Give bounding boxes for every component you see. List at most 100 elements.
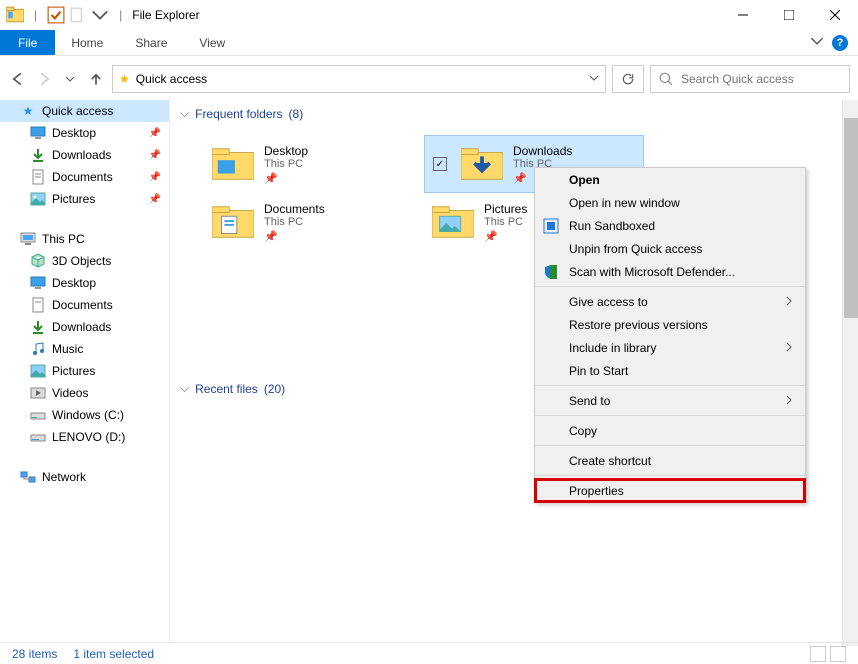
tile-loc: This PC <box>264 158 308 170</box>
search-box[interactable] <box>650 65 850 93</box>
frequent-folders-header[interactable]: ⌵ Frequent folders (8) <box>170 96 858 135</box>
sidebar-item-desktop[interactable]: Desktop📌 <box>0 122 169 144</box>
videos-icon <box>30 385 46 401</box>
tab-share[interactable]: Share <box>119 30 183 55</box>
qat-dropdown-icon[interactable] <box>91 6 109 24</box>
search-icon <box>659 72 673 86</box>
pin-icon: 📌 <box>149 150 161 161</box>
sidebar-label: Documents <box>52 298 113 312</box>
folder-documents-icon <box>212 204 254 240</box>
recent-locations-button[interactable] <box>60 69 80 89</box>
close-button[interactable] <box>812 0 858 30</box>
ribbon-expand-icon[interactable] <box>810 34 824 51</box>
menu-item-give-access-to[interactable]: Give access to <box>535 290 805 313</box>
sidebar-label: Quick access <box>42 104 113 118</box>
header-count: 20 <box>268 382 281 396</box>
folder-tile-desktop[interactable]: DesktopThis PC📌 <box>204 135 424 193</box>
sidebar-item-quick-access[interactable]: ★ Quick access <box>0 100 169 122</box>
cube-icon <box>30 253 46 269</box>
menu-item-create-shortcut[interactable]: Create shortcut <box>535 449 805 472</box>
menu-item-send-to[interactable]: Send to <box>535 389 805 412</box>
menu-item-properties[interactable]: Properties <box>535 479 805 502</box>
scrollbar[interactable] <box>842 100 858 646</box>
menu-item-include-in-library[interactable]: Include in library <box>535 336 805 359</box>
tab-view[interactable]: View <box>183 30 241 55</box>
folder-downloads-icon <box>461 146 503 182</box>
sidebar-label: Downloads <box>52 320 111 334</box>
scroll-thumb[interactable] <box>844 118 858 318</box>
menu-item-pin-to-start[interactable]: Pin to Start <box>535 359 805 382</box>
sidebar-item-desktop-pc[interactable]: Desktop <box>0 272 169 294</box>
window-title: File Explorer <box>132 8 199 22</box>
sidebar-item-documents[interactable]: Documents📌 <box>0 166 169 188</box>
desktop-icon <box>30 125 46 141</box>
refresh-button[interactable] <box>612 65 644 93</box>
sidebar-label: LENOVO (D:) <box>52 430 125 444</box>
sidebar-label: Desktop <box>52 126 96 140</box>
sidebar-item-this-pc[interactable]: This PC <box>0 228 169 250</box>
menu-item-label: Run Sandboxed <box>569 219 655 233</box>
pictures-icon <box>30 191 46 207</box>
sidebar-item-drive-d[interactable]: LENOVO (D:) <box>0 426 169 448</box>
minimize-button[interactable] <box>720 0 766 30</box>
sidebar-item-network[interactable]: Network <box>0 466 169 488</box>
newfolder-qat-icon[interactable] <box>69 6 87 24</box>
sidebar-item-documents-pc[interactable]: Documents <box>0 294 169 316</box>
properties-qat-icon[interactable] <box>47 6 65 24</box>
sidebar-label: Videos <box>52 386 88 400</box>
sidebar-item-music[interactable]: Music <box>0 338 169 360</box>
tab-home[interactable]: Home <box>55 30 119 55</box>
drive-icon <box>30 407 46 423</box>
folder-tile-documents[interactable]: DocumentsThis PC 📌 <box>204 193 424 251</box>
sidebar-item-downloads-pc[interactable]: Downloads <box>0 316 169 338</box>
sidebar-network: Network <box>0 466 169 488</box>
sidebar-item-pictures[interactable]: Pictures📌 <box>0 188 169 210</box>
menu-item-copy[interactable]: Copy <box>535 419 805 442</box>
menu-item-open[interactable]: Open <box>535 168 805 191</box>
checkbox-icon[interactable]: ✓ <box>433 157 447 171</box>
menu-separator <box>535 445 805 446</box>
sidebar-item-3d-objects[interactable]: 3D Objects <box>0 250 169 272</box>
menu-item-run-sandboxed[interactable]: Run Sandboxed <box>535 214 805 237</box>
help-icon[interactable]: ? <box>832 35 848 51</box>
sidebar-label: This PC <box>42 232 85 246</box>
folder-desktop-icon <box>212 146 254 182</box>
menu-item-label: Create shortcut <box>569 454 651 468</box>
menu-item-label: Properties <box>569 484 624 498</box>
menu-item-label: Unpin from Quick access <box>569 242 702 256</box>
forward-button[interactable] <box>34 69 54 89</box>
sidebar-item-pictures-pc[interactable]: Pictures <box>0 360 169 382</box>
sidebar-item-downloads[interactable]: Downloads📌 <box>0 144 169 166</box>
menu-item-scan-with-microsoft-defender[interactable]: Scan with Microsoft Defender... <box>535 260 805 283</box>
up-button[interactable] <box>86 69 106 89</box>
menu-item-open-in-new-window[interactable]: Open in new window <box>535 191 805 214</box>
explorer-icon <box>6 6 24 24</box>
sidebar-label: Music <box>52 342 83 356</box>
menu-item-label: Give access to <box>569 295 648 309</box>
address-dropdown-icon[interactable] <box>589 72 599 86</box>
menu-item-unpin-from-quick-access[interactable]: Unpin from Quick access <box>535 237 805 260</box>
quick-access-star-icon: ★ <box>119 72 130 86</box>
menu-item-restore-previous-versions[interactable]: Restore previous versions <box>535 313 805 336</box>
tile-name: Documents <box>264 202 325 216</box>
status-selection: 1 item selected <box>73 647 154 661</box>
tab-file[interactable]: File <box>0 30 55 55</box>
menu-separator <box>535 286 805 287</box>
sidebar-item-drive-c[interactable]: Windows (C:) <box>0 404 169 426</box>
chevron-right-icon <box>785 295 793 309</box>
address-bar[interactable]: ★ Quick access <box>112 65 606 93</box>
menu-item-label: Restore previous versions <box>569 318 708 332</box>
sidebar-item-videos[interactable]: Videos <box>0 382 169 404</box>
pin-icon: 📌 <box>264 230 325 243</box>
sandbox-icon <box>543 218 559 234</box>
tile-loc: This PC <box>264 216 325 228</box>
maximize-button[interactable] <box>766 0 812 30</box>
desktop-icon <box>30 275 46 291</box>
back-button[interactable] <box>8 69 28 89</box>
icons-view-button[interactable] <box>830 646 846 662</box>
details-view-button[interactable] <box>810 646 826 662</box>
statusbar: 28 items 1 item selected <box>0 642 858 664</box>
search-input[interactable] <box>681 72 841 86</box>
header-count: 8 <box>293 107 300 121</box>
header-label: Frequent folders <box>195 107 282 121</box>
